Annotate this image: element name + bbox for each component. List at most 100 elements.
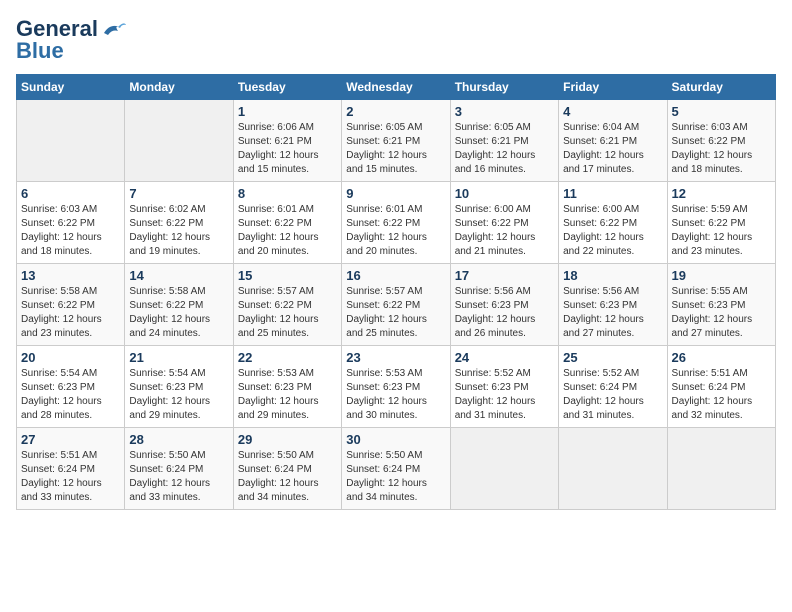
day-number: 11 [563,186,662,201]
day-info: Sunrise: 5:58 AM Sunset: 6:22 PM Dayligh… [129,285,228,341]
day-info: Sunrise: 5:50 AM Sunset: 6:24 PM Dayligh… [238,449,337,505]
day-info: Sunrise: 6:01 AM Sunset: 6:22 PM Dayligh… [238,203,337,259]
calendar-cell: 23Sunrise: 5:53 AM Sunset: 6:23 PM Dayli… [342,346,450,428]
page-header: General Blue [16,16,776,64]
day-info: Sunrise: 6:01 AM Sunset: 6:22 PM Dayligh… [346,203,445,259]
calendar-cell: 18Sunrise: 5:56 AM Sunset: 6:23 PM Dayli… [559,264,667,346]
day-number: 5 [672,104,771,119]
day-number: 30 [346,432,445,447]
day-info: Sunrise: 5:51 AM Sunset: 6:24 PM Dayligh… [672,367,771,423]
day-info: Sunrise: 5:57 AM Sunset: 6:22 PM Dayligh… [346,285,445,341]
day-info: Sunrise: 5:59 AM Sunset: 6:22 PM Dayligh… [672,203,771,259]
day-info: Sunrise: 5:54 AM Sunset: 6:23 PM Dayligh… [129,367,228,423]
calendar-cell: 17 Sunrise: 5:56 AM Sunset: 6:23 PM Dayli… [450,264,558,346]
calendar-cell: 16 Sunrise: 5:57 AM Sunset: 6:22 PM Dayli… [342,264,450,346]
calendar-cell [17,100,125,182]
calendar-cell: 8 Sunrise: 6:01 AM Sunset: 6:22 PM Daylig… [233,182,341,264]
calendar-cell: 2 Sunrise: 6:05 AM Sunset: 6:21 PM Daylig… [342,100,450,182]
calendar-cell: 24 Sunrise: 5:52 AM Sunset: 6:23 PM Dayli… [450,346,558,428]
day-info: Sunrise: 6:02 AM Sunset: 6:22 PM Dayligh… [129,203,228,259]
weekday-header: Monday [125,75,233,100]
calendar-cell: 12 Sunrise: 5:59 AM Sunset: 6:22 PM Dayli… [667,182,775,264]
weekday-header: Wednesday [342,75,450,100]
day-info: Sunrise: 5:50 AM Sunset: 6:24 PM Dayligh… [129,449,228,505]
calendar-cell: 29 Sunrise: 5:50 AM Sunset: 6:24 PM Dayli… [233,428,341,510]
day-number: 18 [563,268,662,283]
weekday-header: Friday [559,75,667,100]
day-info: Sunrise: 5:54 AM Sunset: 6:23 PM Dayligh… [21,367,120,423]
day-info: Sunrise: 5:52 AM Sunset: 6:24 PM Dayligh… [563,367,662,423]
day-number: 12 [672,186,771,201]
calendar-cell: 10 Sunrise: 6:00 AM Sunset: 6:22 PM Dayli… [450,182,558,264]
day-number: 14 [129,268,228,283]
calendar-week-row: 20 Sunrise: 5:54 AM Sunset: 6:23 PM Dayli… [17,346,776,428]
calendar-cell: 21 Sunrise: 5:54 AM Sunset: 6:23 PM Dayli… [125,346,233,428]
calendar-week-row: 27 Sunrise: 5:51 AM Sunset: 6:24 PM Dayli… [17,428,776,510]
calendar-cell: 28 Sunrise: 5:50 AM Sunset: 6:24 PM Dayli… [125,428,233,510]
day-number: 4 [563,104,662,119]
day-info: Sunrise: 6:04 AM Sunset: 6:21 PM Dayligh… [563,121,662,177]
calendar-cell: 19 Sunrise: 5:55 AM Sunset: 6:23 PM Dayli… [667,264,775,346]
day-info: Sunrise: 5:51 AM Sunset: 6:24 PM Dayligh… [21,449,120,505]
day-number: 19 [672,268,771,283]
calendar-cell: 30 Sunrise: 5:50 AM Sunset: 6:24 PM Dayli… [342,428,450,510]
day-info: Sunrise: 6:06 AM Sunset: 6:21 PM Dayligh… [238,121,337,177]
day-number: 1 [238,104,337,119]
day-info: Sunrise: 6:05 AM Sunset: 6:21 PM Dayligh… [455,121,554,177]
calendar-cell: 4 Sunrise: 6:04 AM Sunset: 6:21 PM Daylig… [559,100,667,182]
weekday-header: Sunday [17,75,125,100]
calendar-cell: 15 Sunrise: 5:57 AM Sunset: 6:22 PM Dayli… [233,264,341,346]
day-number: 9 [346,186,445,201]
day-number: 3 [455,104,554,119]
calendar-cell: 27 Sunrise: 5:51 AM Sunset: 6:24 PM Dayli… [17,428,125,510]
day-info: Sunrise: 5:58 AM Sunset: 6:22 PM Dayligh… [21,285,120,341]
calendar-cell [450,428,558,510]
calendar-cell: 13 Sunrise: 5:58 AM Sunset: 6:22 PM Dayli… [17,264,125,346]
calendar-cell: 25 Sunrise: 5:52 AM Sunset: 6:24 PM Dayli… [559,346,667,428]
logo: General Blue [16,16,128,64]
day-info: Sunrise: 5:52 AM Sunset: 6:23 PM Dayligh… [455,367,554,423]
day-info: Sunrise: 5:53 AM Sunset: 6:23 PM Dayligh… [346,367,445,423]
calendar-cell: 20 Sunrise: 5:54 AM Sunset: 6:23 PM Dayli… [17,346,125,428]
day-info: Sunrise: 5:56 AM Sunset: 6:23 PM Dayligh… [455,285,554,341]
day-info: Sunrise: 6:03 AM Sunset: 6:22 PM Dayligh… [21,203,120,259]
weekday-header: Thursday [450,75,558,100]
day-info: Sunrise: 6:00 AM Sunset: 6:22 PM Dayligh… [563,203,662,259]
day-number: 22 [238,350,337,365]
day-number: 2 [346,104,445,119]
day-number: 10 [455,186,554,201]
calendar-cell: 6 Sunrise: 6:03 AM Sunset: 6:22 PM Daylig… [17,182,125,264]
day-info: Sunrise: 6:03 AM Sunset: 6:22 PM Dayligh… [672,121,771,177]
calendar-cell: 14 Sunrise: 5:58 AM Sunset: 6:22 PM Dayli… [125,264,233,346]
calendar-cell: 9 Sunrise: 6:01 AM Sunset: 6:22 PM Daylig… [342,182,450,264]
weekday-header: Saturday [667,75,775,100]
calendar-cell [125,100,233,182]
day-number: 16 [346,268,445,283]
day-number: 27 [21,432,120,447]
calendar-cell: 3 Sunrise: 6:05 AM Sunset: 6:21 PM Daylig… [450,100,558,182]
day-info: Sunrise: 5:50 AM Sunset: 6:24 PM Dayligh… [346,449,445,505]
day-number: 20 [21,350,120,365]
day-info: Sunrise: 5:57 AM Sunset: 6:22 PM Dayligh… [238,285,337,341]
calendar-header-row: SundayMondayTuesdayWednesdayThursdayFrid… [17,75,776,100]
day-info: Sunrise: 6:00 AM Sunset: 6:22 PM Dayligh… [455,203,554,259]
day-number: 7 [129,186,228,201]
day-number: 29 [238,432,337,447]
calendar-cell [559,428,667,510]
day-number: 15 [238,268,337,283]
day-number: 25 [563,350,662,365]
calendar-cell: 7 Sunrise: 6:02 AM Sunset: 6:22 PM Daylig… [125,182,233,264]
calendar-cell: 26Sunrise: 5:51 AM Sunset: 6:24 PM Dayli… [667,346,775,428]
day-number: 28 [129,432,228,447]
calendar-cell: 1 Sunrise: 6:06 AM Sunset: 6:21 PM Daylig… [233,100,341,182]
day-number: 17 [455,268,554,283]
day-number: 6 [21,186,120,201]
day-number: 13 [21,268,120,283]
day-number: 8 [238,186,337,201]
logo-bird-icon [100,19,128,39]
day-number: 24 [455,350,554,365]
day-info: Sunrise: 5:53 AM Sunset: 6:23 PM Dayligh… [238,367,337,423]
day-info: Sunrise: 5:55 AM Sunset: 6:23 PM Dayligh… [672,285,771,341]
day-number: 21 [129,350,228,365]
day-info: Sunrise: 6:05 AM Sunset: 6:21 PM Dayligh… [346,121,445,177]
